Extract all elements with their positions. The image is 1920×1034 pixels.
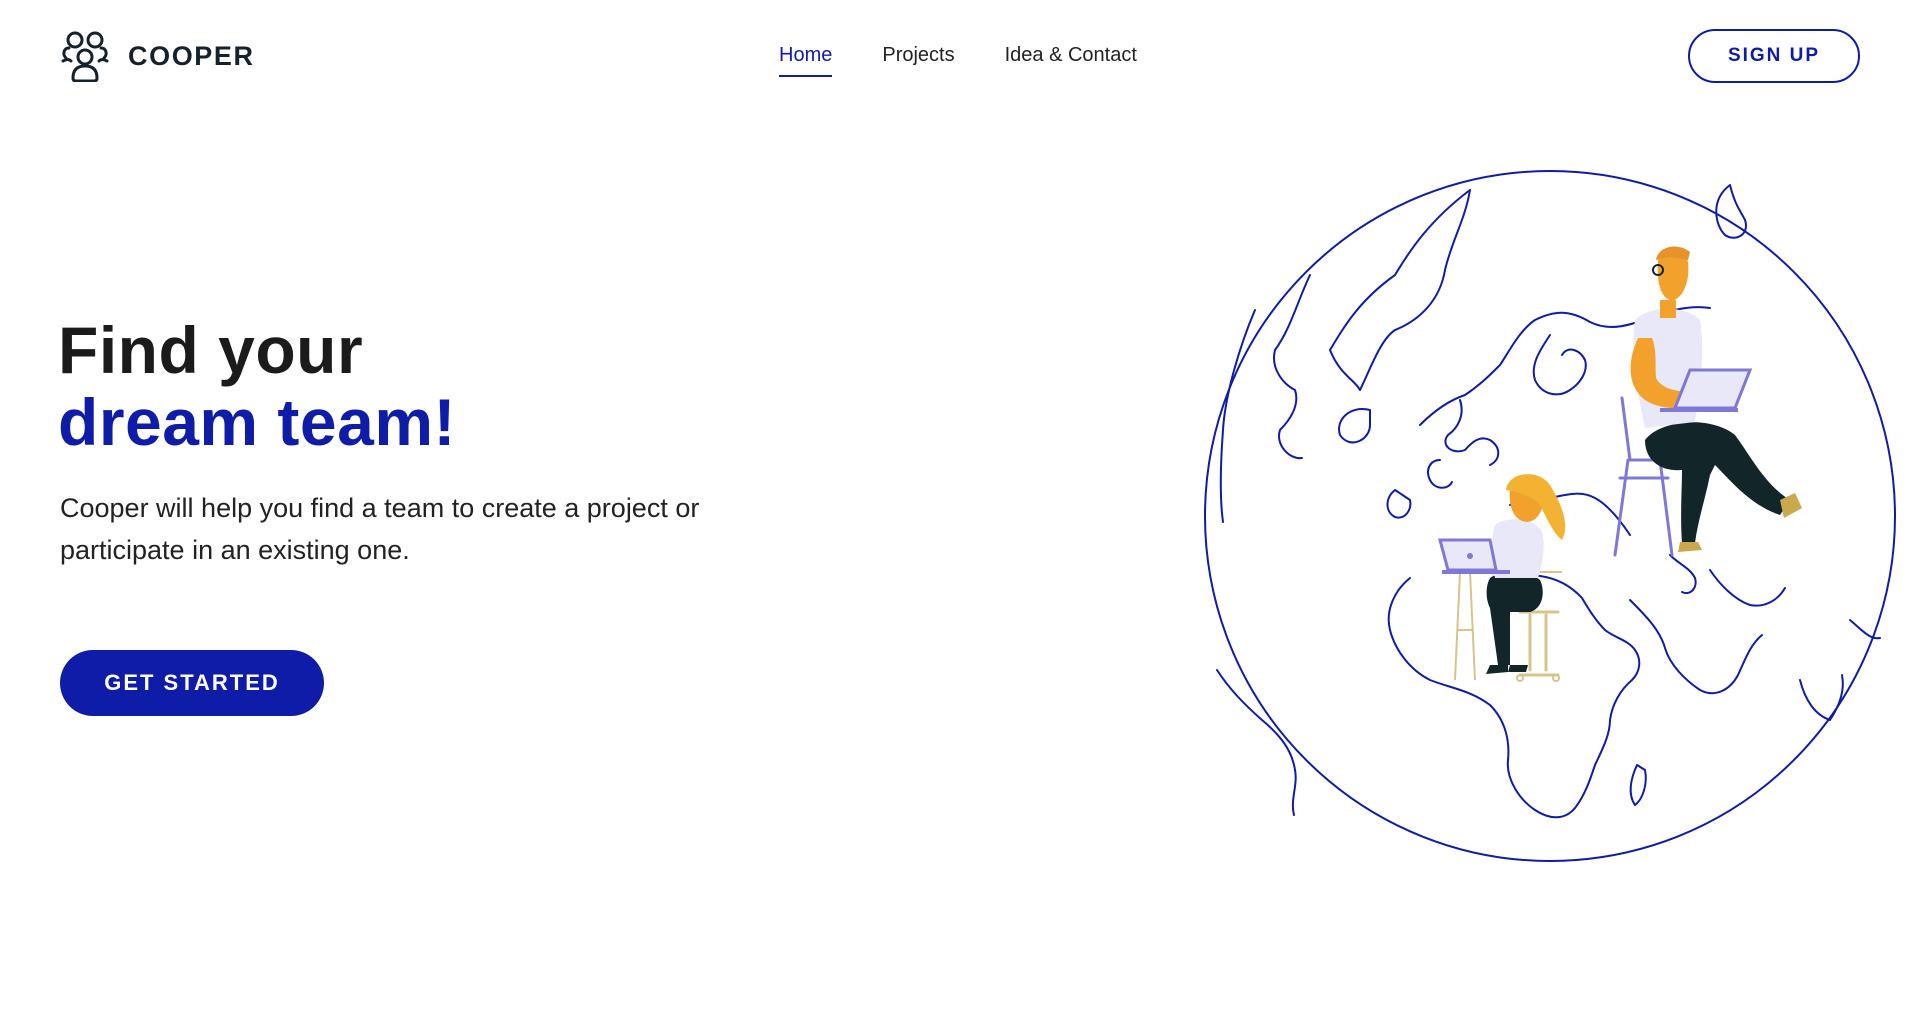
people-group-icon	[61, 31, 109, 82]
main-nav: Home Projects Idea & Contact	[779, 44, 1137, 77]
nav-home-link[interactable]: Home	[779, 44, 833, 77]
brand-logo[interactable]: COOPER	[60, 30, 255, 82]
sign-up-button[interactable]: SIGN UP	[1688, 29, 1860, 83]
brand-name: COOPER	[128, 40, 255, 71]
hero-description: Cooper will help you find a team to crea…	[60, 493, 700, 565]
landing-page: COOPER Home Projects Idea & Contact SIGN…	[0, 0, 1920, 1034]
man-with-laptop-figure	[1613, 246, 1802, 557]
nav-idea-contact-link[interactable]: Idea & Contact	[1005, 44, 1137, 75]
nav-projects-link[interactable]: Projects	[882, 44, 954, 75]
globe-illustration	[1190, 160, 1920, 880]
hero-title: Find your dream team!	[58, 314, 456, 458]
get-started-button[interactable]: GET STARTED	[60, 650, 324, 716]
hero-title-line1: Find your	[58, 313, 364, 387]
hero-title-line2: dream team!	[58, 385, 456, 459]
site-header: COOPER Home Projects Idea & Contact SIGN…	[0, 0, 1920, 116]
globe-workers-svg	[1204, 170, 1896, 862]
